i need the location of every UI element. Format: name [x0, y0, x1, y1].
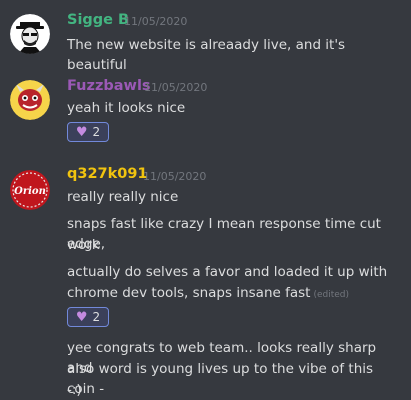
- message-text: chrome dev tools, snaps insane fast (edit…: [67, 283, 405, 305]
- message-text-content: chrome dev tools, snaps insane fast: [67, 285, 311, 301]
- message-text: really really nice: [67, 189, 179, 205]
- message-text: -:): [67, 382, 82, 398]
- message-text: yeah it looks nice: [67, 100, 186, 116]
- avatar-fuzzbawls[interactable]: [10, 80, 50, 120]
- svg-text:Orion: Orion: [14, 186, 46, 197]
- reaction-count: 2: [92, 310, 101, 324]
- timestamp: 11/05/2020: [144, 81, 208, 94]
- timestamp: 11/05/2020: [124, 15, 188, 28]
- message-text: actually do selves a favor and loaded it…: [67, 264, 388, 280]
- edited-label: (edited): [313, 290, 350, 300]
- timestamp: 11/05/2020: [143, 170, 207, 183]
- author-name[interactable]: Sigge B: [67, 12, 129, 28]
- reaction-button[interactable]: ♥ 2: [67, 122, 109, 142]
- reaction-button[interactable]: ♥ 2: [67, 307, 109, 327]
- reaction-count: 2: [92, 125, 101, 139]
- message-text: work: [67, 237, 100, 253]
- avatar-sigge-b[interactable]: [10, 14, 50, 54]
- purple-heart-icon: ♥: [75, 309, 88, 325]
- author-name[interactable]: Fuzzbawls: [67, 78, 151, 94]
- message-text: The new website is alreaady live, and it…: [67, 37, 346, 73]
- author-name[interactable]: q327k091: [67, 166, 148, 182]
- purple-heart-icon: ♥: [75, 124, 88, 140]
- avatar-q327k091[interactable]: Orion: [10, 170, 50, 210]
